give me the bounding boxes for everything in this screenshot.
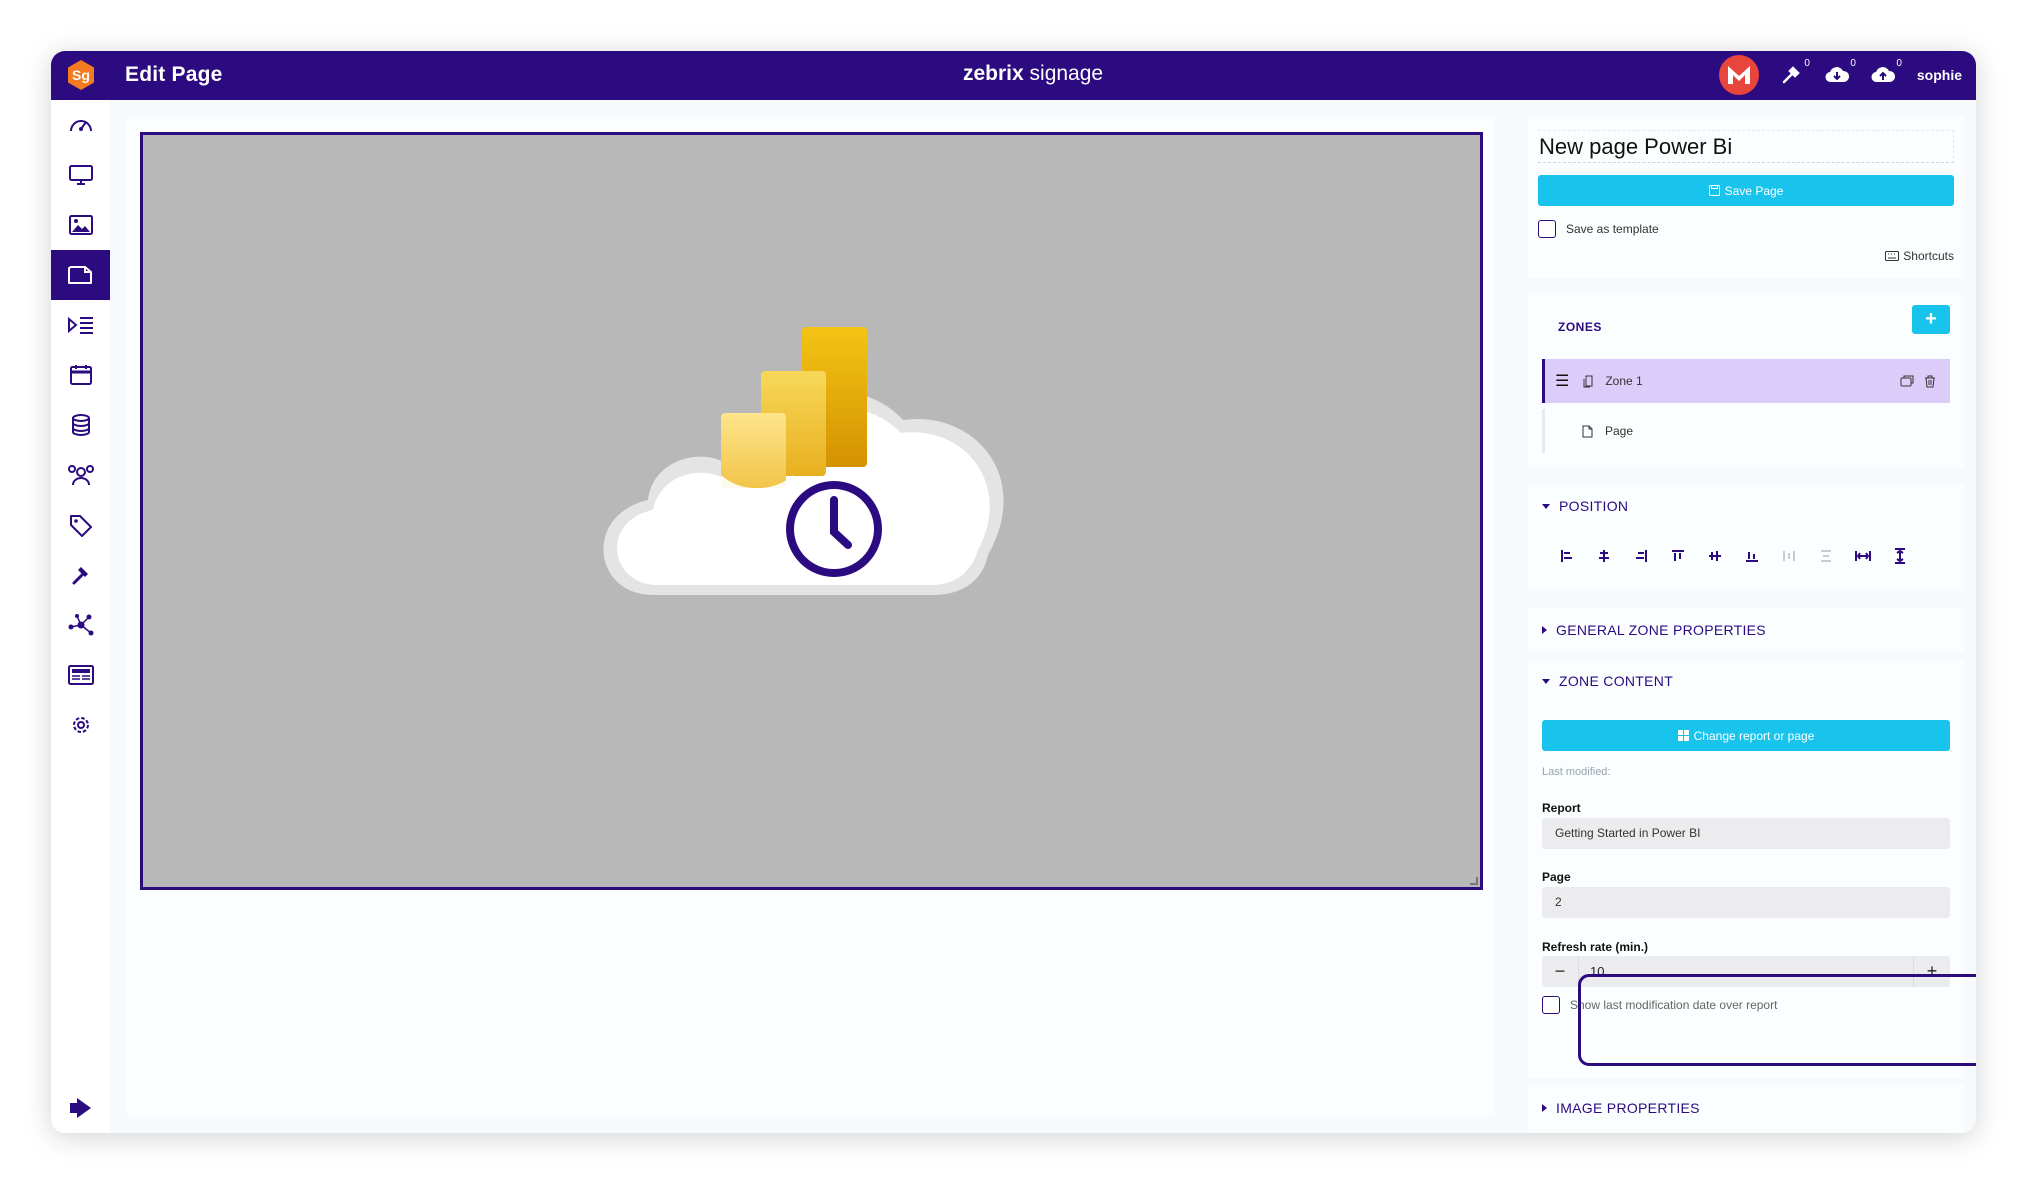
save-template-row: Save as template (1538, 220, 1659, 238)
network-icon (68, 614, 93, 636)
cloud-download-icon[interactable]: 0 (1823, 58, 1856, 89)
tools-icon (72, 567, 88, 585)
page-settings-card: New page Power Bi Save Page Save as temp… (1528, 116, 1964, 278)
sidebar (51, 100, 110, 1133)
drag-handle-icon[interactable]: ☰ (1555, 371, 1569, 391)
page-title: Edit Page (125, 63, 223, 86)
sidebar-item-network[interactable] (51, 600, 110, 650)
add-zone-button[interactable]: + (1912, 305, 1950, 334)
sidebar-item-pages[interactable] (51, 250, 110, 300)
change-report-button[interactable]: Change report or page (1542, 720, 1950, 751)
sidebar-item-news[interactable] (51, 650, 110, 700)
save-page-button[interactable]: Save Page (1538, 175, 1954, 206)
m-account-icon[interactable] (1718, 55, 1759, 95)
image-props-section-toggle[interactable]: IMAGE PROPERTIES (1542, 1100, 1700, 1116)
dashboard-icon (69, 120, 92, 132)
alignment-toolbar (1548, 545, 1918, 567)
align-top-button[interactable] (1659, 545, 1696, 567)
refresh-rate-highlight (1578, 974, 1976, 1066)
sidebar-item-data[interactable] (51, 400, 110, 450)
page-field[interactable]: 2 (1542, 887, 1950, 918)
page-icon (67, 266, 92, 284)
file-icon (1583, 375, 1593, 387)
last-modified-label: Last modified: (1542, 766, 1611, 778)
report-label: Report (1542, 801, 1581, 815)
page-canvas[interactable] (140, 132, 1483, 890)
zones-card: ZONES + ☰ Zone 1 Page (1528, 295, 1964, 467)
distribute-h-button[interactable] (1770, 545, 1807, 567)
news-icon (67, 665, 94, 685)
zone-child-label: Page (1605, 424, 1634, 438)
playlist-icon (67, 316, 93, 334)
top-bar: Sg Edit Page zebrix signage 0 0 0 sophie (51, 51, 1976, 100)
resize-handle[interactable] (1470, 877, 1478, 885)
zone-child-page[interactable]: Page (1542, 409, 1950, 453)
stretch-height-button[interactable] (1881, 545, 1918, 567)
keyboard-icon (1885, 251, 1900, 261)
powerbi-zone-placeholder[interactable] (593, 325, 1013, 620)
position-section-toggle[interactable]: POSITION (1542, 498, 1628, 514)
sidebar-item-media[interactable] (51, 200, 110, 250)
zone-list-item[interactable]: ☰ Zone 1 (1542, 359, 1950, 403)
powerbi-cloud-icon (603, 327, 1004, 595)
zones-title: ZONES (1558, 320, 1602, 334)
calendar-icon (69, 365, 92, 385)
align-center-h-button[interactable] (1585, 545, 1622, 567)
cloud-upload-icon[interactable]: 0 (1869, 58, 1902, 89)
monitor-icon (68, 165, 93, 185)
brand-name: zebrix signage (963, 62, 1104, 85)
align-bottom-button[interactable] (1733, 545, 1770, 567)
distribute-v-button[interactable] (1807, 545, 1844, 567)
sidebar-item-dashboard[interactable] (51, 100, 110, 150)
database-icon (71, 414, 90, 436)
document-icon (1582, 425, 1593, 437)
report-field[interactable]: Getting Started in Power BI (1542, 818, 1950, 849)
settings-icon (72, 717, 89, 733)
page-label: Page (1542, 870, 1571, 884)
sidebar-item-screens[interactable] (51, 150, 110, 200)
save-template-checkbox[interactable] (1538, 220, 1556, 238)
sidebar-item-tools[interactable] (51, 550, 110, 600)
trash-icon[interactable] (1924, 375, 1936, 388)
app-window: Sg Edit Page zebrix signage 0 0 0 sophie (51, 51, 1976, 1133)
tag-icon (69, 515, 92, 537)
save-template-label: Save as template (1566, 222, 1659, 236)
sidebar-item-schedule[interactable] (51, 350, 110, 400)
zone-label: Zone 1 (1605, 374, 1643, 388)
position-card: POSITION (1528, 485, 1964, 591)
user-name[interactable]: sophie (1917, 67, 1962, 83)
users-icon (67, 465, 94, 486)
tools-menu-icon[interactable]: 0 (1777, 58, 1810, 89)
general-section-toggle[interactable]: GENERAL ZONE PROPERTIES (1542, 622, 1766, 638)
sidebar-item-tags[interactable] (51, 500, 110, 550)
show-last-mod-checkbox[interactable] (1542, 996, 1560, 1014)
sidebar-item-playlists[interactable] (51, 300, 110, 350)
logout-icon (69, 1098, 91, 1118)
decrement-button[interactable]: − (1542, 956, 1578, 987)
image-icon (68, 215, 93, 235)
save-icon (1708, 185, 1720, 196)
sidebar-item-settings[interactable] (51, 700, 110, 750)
align-left-button[interactable] (1548, 545, 1585, 567)
align-middle-v-button[interactable] (1696, 545, 1733, 567)
svg-text:Sg: Sg (72, 67, 90, 83)
duplicate-icon[interactable] (1900, 375, 1914, 387)
image-props-card: IMAGE PROPERTIES (1528, 1085, 1964, 1133)
app-logo[interactable]: Sg (65, 59, 97, 91)
refresh-rate-label: Refresh rate (min.) (1542, 940, 1649, 954)
logout-button[interactable] (51, 1083, 110, 1133)
sidebar-item-users[interactable] (51, 450, 110, 500)
align-right-button[interactable] (1622, 545, 1659, 567)
shortcuts-link[interactable]: Shortcuts (1885, 249, 1954, 263)
stretch-width-button[interactable] (1844, 545, 1881, 567)
page-name-input[interactable]: New page Power Bi (1538, 130, 1954, 163)
windows-icon (1677, 730, 1689, 741)
general-props-card: GENERAL ZONE PROPERTIES (1528, 608, 1964, 652)
zone-content-section-toggle[interactable]: ZONE CONTENT (1542, 673, 1673, 689)
